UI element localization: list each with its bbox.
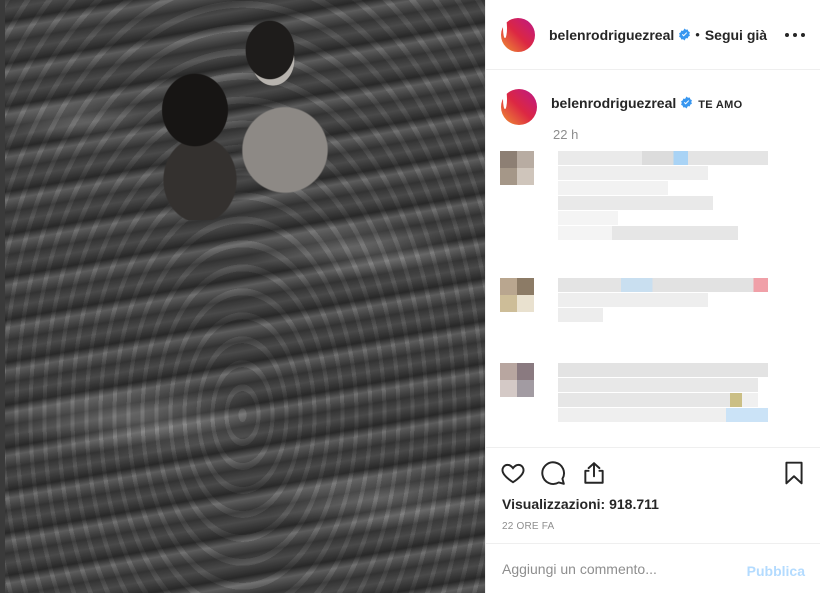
avatar[interactable] bbox=[501, 89, 537, 125]
verified-badge-icon bbox=[681, 96, 693, 109]
post-sidebar: belenrodriguezreal • Segui già belenrodr… bbox=[485, 0, 820, 593]
username-link[interactable]: belenrodriguezreal bbox=[549, 27, 674, 43]
add-comment-bar: Pubblica bbox=[486, 543, 820, 593]
avatar[interactable] bbox=[501, 17, 535, 52]
post-timestamp[interactable]: 22 ORE FA bbox=[502, 521, 554, 532]
blurred-comment bbox=[500, 278, 768, 323]
caption-text: TE AMO bbox=[698, 99, 743, 111]
heart-icon[interactable] bbox=[500, 460, 526, 486]
blurred-avatar bbox=[500, 151, 534, 185]
instagram-post: belenrodriguezreal • Segui già belenrodr… bbox=[0, 0, 820, 593]
caption-time[interactable]: 22 h bbox=[553, 127, 578, 142]
blurred-avatar bbox=[500, 278, 534, 312]
view-count[interactable]: Visualizzazioni: 918.711 bbox=[502, 496, 659, 512]
post-header: belenrodriguezreal • Segui già bbox=[486, 0, 820, 70]
publish-button[interactable]: Pubblica bbox=[747, 563, 805, 579]
separator-dot: • bbox=[695, 27, 700, 42]
more-options-icon[interactable] bbox=[785, 25, 805, 45]
blurred-comment bbox=[500, 363, 768, 423]
comments-list: belenrodriguezreal TE AMO 22 h bbox=[486, 71, 820, 447]
caption: belenrodriguezreal TE AMO 22 h bbox=[501, 89, 743, 142]
comment-icon[interactable] bbox=[540, 460, 566, 486]
blurred-comment bbox=[500, 151, 768, 241]
blurred-avatar bbox=[500, 363, 534, 397]
post-video[interactable] bbox=[0, 0, 485, 593]
post-actions: Visualizzazioni: 918.711 22 ORE FA bbox=[486, 447, 820, 543]
comment-input[interactable] bbox=[502, 560, 742, 577]
caption-username[interactable]: belenrodriguezreal bbox=[551, 95, 676, 111]
bookmark-icon[interactable] bbox=[781, 460, 807, 486]
share-icon[interactable] bbox=[581, 460, 607, 486]
following-button[interactable]: Segui già bbox=[705, 27, 767, 43]
verified-badge-icon bbox=[679, 28, 691, 41]
